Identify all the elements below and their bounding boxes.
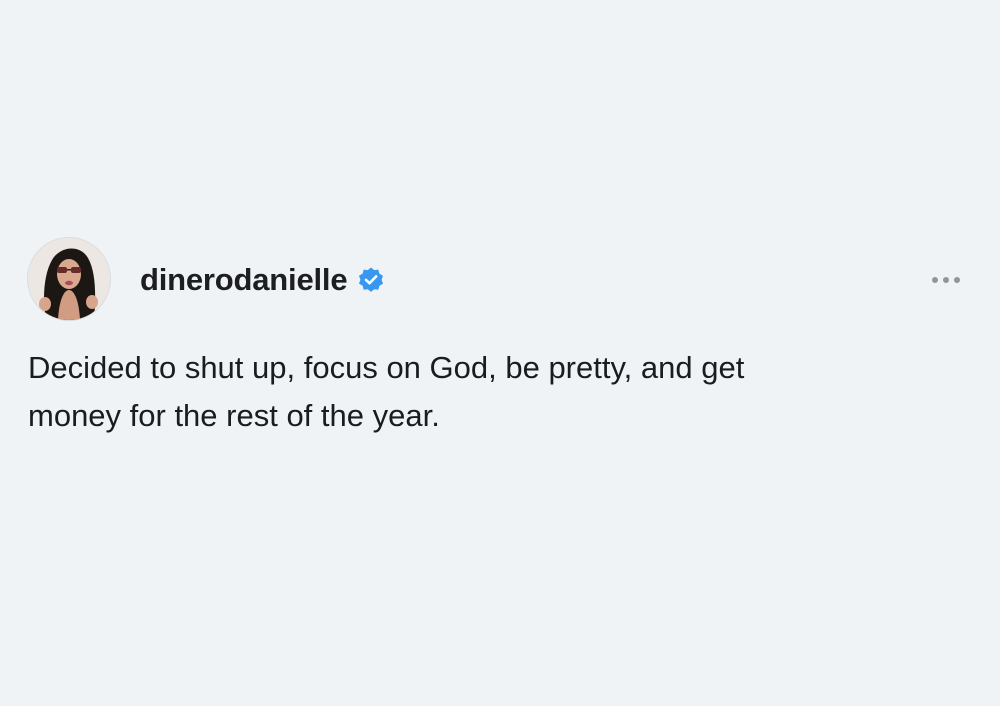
dot [954,277,960,283]
verified-badge-icon [357,266,385,294]
dot [943,277,949,283]
post-card: dinerodanielle Decided to shut up, focus… [0,0,1000,706]
post-text-line: money for the rest of the year. [28,398,440,433]
avatar-photo [28,238,110,320]
dot [932,277,938,283]
post-text: Decided to shut up, focus on God, be pre… [28,344,928,440]
avatar[interactable] [28,238,110,320]
username[interactable]: dinerodanielle [140,262,348,298]
more-options-icon[interactable] [926,268,966,292]
author-row: dinerodanielle [140,260,385,300]
post-text-line: Decided to shut up, focus on God, be pre… [28,350,745,385]
